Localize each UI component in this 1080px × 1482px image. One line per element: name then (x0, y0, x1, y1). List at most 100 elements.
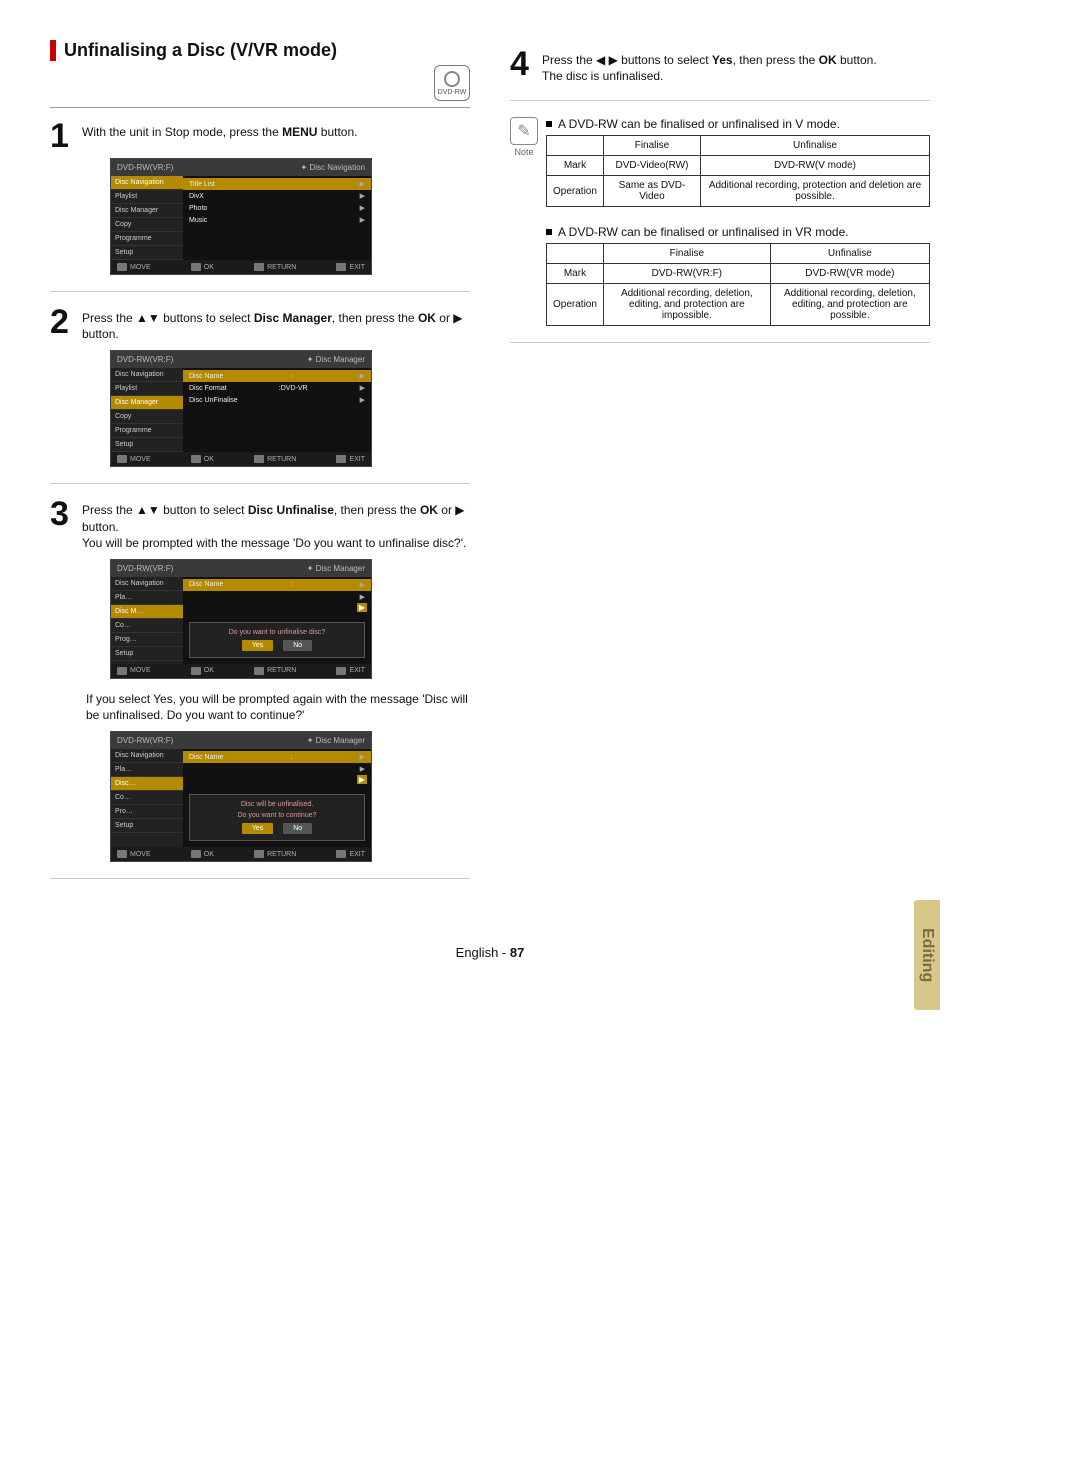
osd-sidebar: Disc Navigation Playlist Disc Manager Co… (111, 368, 183, 452)
sidebar-item: Disc… (111, 777, 183, 791)
table-cell: Same as DVD-Video (603, 176, 700, 207)
chevron-right-icon: ▶ (360, 192, 365, 200)
table-cell: DVD-RW(V mode) (701, 156, 930, 176)
chevron-right-icon: ▶ (360, 216, 365, 224)
step-number: 2 (50, 308, 74, 342)
sidebar-item: Co… (111, 791, 183, 805)
disc-type-badge: DVD-RW (434, 65, 470, 101)
osd-row: Title List▶ (183, 178, 371, 190)
osd-footer: MOVE OK RETURN EXIT (111, 664, 371, 678)
step-text: Press the ▲▼ buttons to select Disc Mana… (82, 308, 470, 342)
osd-header: DVD-RW(VR:F) (117, 564, 173, 573)
table-row-header: Operation (547, 284, 604, 326)
osd-footer: MOVE OK RETURN EXIT (111, 847, 371, 861)
note-block: ✎ Note A DVD-RW can be finalised or unfi… (510, 117, 930, 326)
osd-row: DivX▶ (183, 190, 371, 202)
osd-breadcrumb: ✦ Disc Manager (307, 564, 365, 573)
table-row-header: Mark (547, 264, 604, 284)
step-text: With the unit in Stop mode, press the ME… (82, 122, 357, 150)
chevron-right-icon: ▶ (360, 765, 365, 773)
osd-header: DVD-RW(VR:F) (117, 355, 173, 364)
no-button: No (283, 640, 312, 651)
osd-row: Photo▶ (183, 202, 371, 214)
disc-icon (444, 71, 460, 87)
sidebar-item: Disc Navigation (111, 368, 183, 382)
vrmode-table: FinaliseUnfinalise Mark DVD-RW(VR:F) DVD… (546, 243, 930, 326)
chevron-right-icon: ▶ (360, 180, 365, 188)
vmode-table: FinaliseUnfinalise Mark DVD-Video(RW) DV… (546, 135, 930, 207)
sidebar-item: Copy (111, 410, 183, 424)
divider (50, 107, 470, 108)
step-text: Press the ▲▼ button to select Disc Unfin… (82, 500, 470, 551)
confirm-dialog: Disc will be unfinalised. Do you want to… (189, 794, 365, 841)
sidebar-item: Playlist (111, 190, 183, 204)
table-cell: DVD-RW(VR:F) (603, 264, 770, 284)
step-2: 2 Press the ▲▼ buttons to select Disc Ma… (50, 308, 470, 342)
step-number: 4 (510, 50, 534, 84)
osd-row: ▶ (183, 763, 371, 775)
sidebar-item: Playlist (111, 382, 183, 396)
divider (50, 878, 470, 879)
chevron-right-icon: ▶ (360, 396, 365, 404)
sidebar-item: Pla… (111, 591, 183, 605)
osd-header: DVD-RW(VR:F) (117, 736, 173, 745)
osd-sidebar: Disc Navigation Pla… Disc… Co… Pro… Setu… (111, 749, 183, 847)
sidebar-item: Pla… (111, 763, 183, 777)
chevron-right-icon: ▶ (360, 204, 365, 212)
table-cell: DVD-Video(RW) (603, 156, 700, 176)
divider (510, 100, 930, 101)
step-1: 1 With the unit in Stop mode, press the … (50, 122, 470, 150)
divider (50, 291, 470, 292)
osd-row: Disc UnFinalise▶ (183, 394, 371, 406)
osd-screenshot-4: DVD-RW(VR:F) ✦ Disc Manager Disc Navigat… (110, 731, 372, 862)
osd-screenshot-3: DVD-RW(VR:F) ✦ Disc Manager Disc Navigat… (110, 559, 372, 679)
sidebar-item: Setup (111, 438, 183, 452)
sidebar-item: Co… (111, 619, 183, 633)
sidebar-item: Programme (111, 424, 183, 438)
osd-breadcrumb: ✦ Disc Navigation (300, 163, 365, 172)
step-number: 3 (50, 500, 74, 551)
table-cell: Additional recording, deletion, editing,… (770, 284, 929, 326)
chevron-right-icon: ▶ (357, 603, 367, 612)
chevron-right-icon: ▶ (360, 593, 365, 601)
table-row-header: Operation (547, 176, 604, 207)
square-bullet-icon (546, 229, 552, 235)
step-3: 3 Press the ▲▼ button to select Disc Unf… (50, 500, 470, 551)
osd-row: ▶ (183, 591, 371, 603)
note-label: Note (510, 147, 538, 157)
sidebar-item: Disc Navigation (111, 749, 183, 763)
note-icon: ✎ (510, 117, 538, 145)
osd-screenshot-1: DVD-RW(VR:F) ✦ Disc Navigation Disc Navi… (110, 158, 372, 275)
chevron-right-icon: ▶ (360, 372, 365, 380)
osd-footer: MOVE OK RETURN EXIT (111, 452, 371, 466)
sidebar-item: Programme (111, 232, 183, 246)
osd-row: Disc Name:▶ (183, 579, 371, 591)
table-cell: Additional recording, protection and del… (701, 176, 930, 207)
no-button: No (283, 823, 312, 834)
table-cell: DVD-RW(VR mode) (770, 264, 929, 284)
bullet-item: A DVD-RW can be finalised or unfinalised… (546, 117, 930, 131)
osd-row: Music▶ (183, 214, 371, 226)
divider (50, 483, 470, 484)
section-title: Unfinalising a Disc (V/VR mode) (50, 40, 470, 61)
page-footer: English - 87 (50, 945, 930, 960)
osd-breadcrumb: ✦ Disc Manager (307, 736, 365, 745)
osd-sidebar: Disc Navigation Pla… Disc M… Co… Prog… S… (111, 577, 183, 664)
osd-row: Disc Name:▶ (183, 370, 371, 382)
sidebar-item: Pro… (111, 805, 183, 819)
sidebar-item: Copy (111, 218, 183, 232)
square-bullet-icon (546, 121, 552, 127)
osd-sidebar: Disc Navigation Playlist Disc Manager Co… (111, 176, 183, 260)
chevron-right-icon: ▶ (360, 581, 365, 589)
table-cell: Additional recording, deletion, editing,… (603, 284, 770, 326)
sidebar-item: Disc Manager (111, 204, 183, 218)
sidebar-item: Disc Navigation (111, 577, 183, 591)
chevron-right-icon: ▶ (360, 753, 365, 761)
osd-header: DVD-RW(VR:F) (117, 163, 173, 172)
bullet-item: A DVD-RW can be finalised or unfinalised… (546, 225, 930, 239)
osd-row: Disc Format:DVD-VR▶ (183, 382, 371, 394)
dialog-text: Disc will be unfinalised. (194, 801, 360, 808)
sidebar-item: Setup (111, 647, 183, 661)
sidebar-item: Setup (111, 819, 183, 833)
divider (510, 342, 930, 343)
